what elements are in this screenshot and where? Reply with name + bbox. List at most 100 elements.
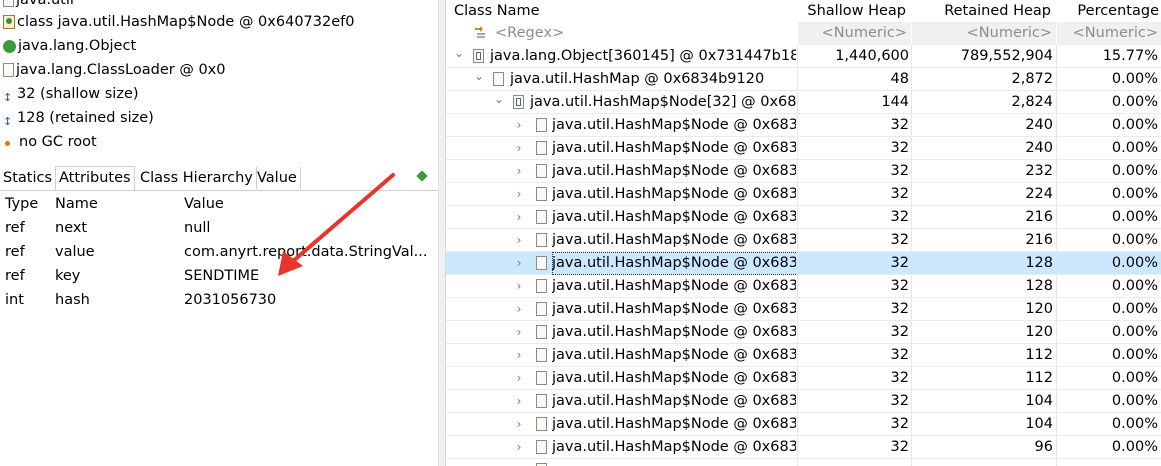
attr-type: ref xyxy=(5,244,25,260)
attr-type: ref xyxy=(5,220,25,236)
col-class-name[interactable]: Class Name xyxy=(454,0,540,22)
row-shallow-heap: 32 xyxy=(890,186,909,202)
expand-icon[interactable]: › xyxy=(513,160,525,183)
table-header: Class Name Shallow Heap Retained Heap Pe… xyxy=(446,0,1161,23)
table-row[interactable]: › java.util.HashMap$Node @ 0x683 32 120 0.00… xyxy=(446,298,1161,321)
collapse-icon[interactable]: ⌄ xyxy=(493,88,505,111)
expand-icon[interactable]: › xyxy=(513,114,525,137)
attribute-row[interactable]: int hash 2031056730 xyxy=(0,288,438,312)
table-row[interactable]: › java.util.HashMap$Node @ 0x683 32 216 0.00… xyxy=(446,206,1161,229)
expand-icon[interactable]: › xyxy=(513,436,525,459)
tab-attributes[interactable]: Attributes xyxy=(55,166,135,190)
row-class-name: java.util.HashMap$Node @ 0x683 xyxy=(552,140,796,156)
object-icon xyxy=(536,187,547,201)
table-row[interactable]: ⌄ java.util.HashMap$Node[32] @ 0x68 144 2,8… xyxy=(446,91,1161,114)
collapse-icon[interactable]: ⌄ xyxy=(473,65,485,88)
gc-root-label: no GC root xyxy=(19,134,97,150)
attr-type: int xyxy=(5,292,24,308)
panel-splitter[interactable] xyxy=(438,0,446,466)
expand-icon[interactable]: › xyxy=(513,229,525,252)
row-retained-heap: 128 xyxy=(1025,255,1053,271)
row-class-name: java.lang.Object[360145] @ 0x731447b18 xyxy=(490,48,796,64)
collapse-icon[interactable]: ⌄ xyxy=(453,42,465,65)
row-percentage: 0.00% xyxy=(1111,370,1158,386)
retained-filter[interactable]: <Numeric> xyxy=(912,22,1056,45)
expand-icon[interactable]: › xyxy=(513,321,525,344)
table-row[interactable]: › java.util.HashMap$Node @ 0x683 32 240 0.00… xyxy=(446,114,1161,137)
row-class-name: java.util.HashMap$Node @ 0x683 xyxy=(552,117,796,133)
col-value-header[interactable]: Value xyxy=(184,192,434,216)
table-row[interactable]: › java.util.HashMap$Node @ 0x683 32 96 0.00% xyxy=(446,436,1161,459)
expand-icon[interactable]: › xyxy=(513,298,525,321)
tab-statics[interactable]: Statics xyxy=(0,167,57,189)
attribute-row[interactable]: ref value com.anyrt.report.data.StringVal.… xyxy=(0,240,438,264)
dominator-tree-panel: Class Name Shallow Heap Retained Heap Pe… xyxy=(446,0,1161,466)
classloader-icon xyxy=(3,63,14,77)
object-icon xyxy=(536,348,547,362)
table-row-partial[interactable] xyxy=(446,459,1161,466)
info-classloader[interactable]: java.lang.ClassLoader @ 0x0 xyxy=(0,58,225,82)
object-icon xyxy=(536,302,547,316)
col-percentage[interactable]: Percentage xyxy=(1057,0,1159,22)
row-shallow-heap: 32 xyxy=(890,209,909,225)
info-class[interactable]: class java.util.HashMap$Node @ 0x640732e… xyxy=(0,10,354,34)
expand-icon[interactable]: › xyxy=(513,390,525,413)
attribute-row[interactable]: ref key SENDTIME xyxy=(0,264,438,288)
table-row[interactable]: › java.util.HashMap$Node @ 0x683 32 104 0.00… xyxy=(446,413,1161,436)
info-gc-root: no GC root xyxy=(0,130,97,154)
row-class-name: java.util.HashMap$Node @ 0x683 xyxy=(552,439,796,455)
table-row[interactable]: › java.util.HashMap$Node @ 0x683 32 224 0.00… xyxy=(446,183,1161,206)
table-row[interactable]: › java.util.HashMap$Node @ 0x683 32 128 0.00… xyxy=(446,252,1161,275)
row-shallow-heap: 32 xyxy=(890,370,909,386)
row-shallow-heap: 32 xyxy=(890,416,909,432)
attr-value: 2031056730 xyxy=(184,292,277,308)
expand-icon[interactable]: › xyxy=(513,183,525,206)
table-row[interactable]: ⌄ java.lang.Object[360145] @ 0x731447b18 1… xyxy=(446,45,1161,68)
table-row[interactable]: › java.util.HashMap$Node @ 0x683 32 128 0.00… xyxy=(446,275,1161,298)
attr-name: key xyxy=(55,268,81,284)
table-row[interactable]: › java.util.HashMap$Node @ 0x683 32 104 0.00… xyxy=(446,390,1161,413)
expand-icon[interactable]: › xyxy=(513,413,525,436)
row-class-name: java.util.HashMap$Node @ 0x683 xyxy=(552,186,796,202)
row-retained-heap: 128 xyxy=(1025,278,1053,294)
attr-value: null xyxy=(184,220,211,236)
table-row[interactable]: › java.util.HashMap$Node @ 0x683 32 120 0.00… xyxy=(446,321,1161,344)
table-row[interactable]: › java.util.HashMap$Node @ 0x683 32 112 0.00… xyxy=(446,344,1161,367)
row-class-name: java.util.HashMap$Node @ 0x683 xyxy=(552,370,796,386)
attr-value: SENDTIME xyxy=(184,268,260,284)
class-name-filter[interactable]: <Regex> xyxy=(495,22,564,45)
table-row[interactable]: ⌄ java.util.HashMap @ 0x6834b9120 48 2,872 0… xyxy=(446,68,1161,91)
col-retained-heap[interactable]: Retained Heap xyxy=(912,0,1051,22)
classloader-label: java.lang.ClassLoader @ 0x0 xyxy=(16,62,226,78)
table-row[interactable]: › java.util.HashMap$Node @ 0x683 32 112 0.00… xyxy=(446,367,1161,390)
attribute-row[interactable]: ref next null xyxy=(0,216,438,240)
table-row[interactable]: › java.util.HashMap$Node @ 0x683 32 232 0.00… xyxy=(446,160,1161,183)
object-icon xyxy=(493,72,504,86)
shallow-filter[interactable]: <Numeric> xyxy=(798,22,911,45)
object-icon xyxy=(536,233,547,247)
expand-icon[interactable]: › xyxy=(513,275,525,298)
tab-class-hierarchy[interactable]: Class Hierarchy xyxy=(137,167,257,189)
attr-name: value xyxy=(55,244,95,260)
table-row[interactable]: › java.util.HashMap$Node @ 0x683 32 240 0.00… xyxy=(446,137,1161,160)
col-name-header[interactable]: Name xyxy=(55,192,98,216)
row-percentage: 0.00% xyxy=(1111,71,1158,87)
row-class-name: java.util.HashMap$Node @ 0x683 xyxy=(552,324,796,340)
percentage-filter[interactable]: <Numeric> xyxy=(1057,22,1161,45)
table-row[interactable]: › java.util.HashMap$Node @ 0x683 32 216 0.00… xyxy=(446,229,1161,252)
tab-value[interactable]: Value xyxy=(254,167,301,189)
expand-icon[interactable]: › xyxy=(513,137,525,160)
info-superclass[interactable]: java.lang.Object xyxy=(0,34,136,58)
object-icon xyxy=(536,118,547,132)
row-retained-heap: 240 xyxy=(1025,117,1053,133)
col-shallow-heap[interactable]: Shallow Heap xyxy=(798,0,906,22)
object-icon xyxy=(536,371,547,385)
expand-icon[interactable]: › xyxy=(513,206,525,229)
col-type-header[interactable]: Type xyxy=(5,192,38,216)
row-class-name: java.util.HashMap$Node @ 0x683 xyxy=(552,416,796,432)
expand-icon[interactable]: › xyxy=(513,344,525,367)
expand-icon[interactable]: › xyxy=(513,252,525,275)
row-class-name: java.util.HashMap$Node[32] @ 0x68 xyxy=(530,94,796,110)
expand-icon[interactable]: › xyxy=(513,367,525,390)
row-percentage: 0.00% xyxy=(1111,439,1158,455)
